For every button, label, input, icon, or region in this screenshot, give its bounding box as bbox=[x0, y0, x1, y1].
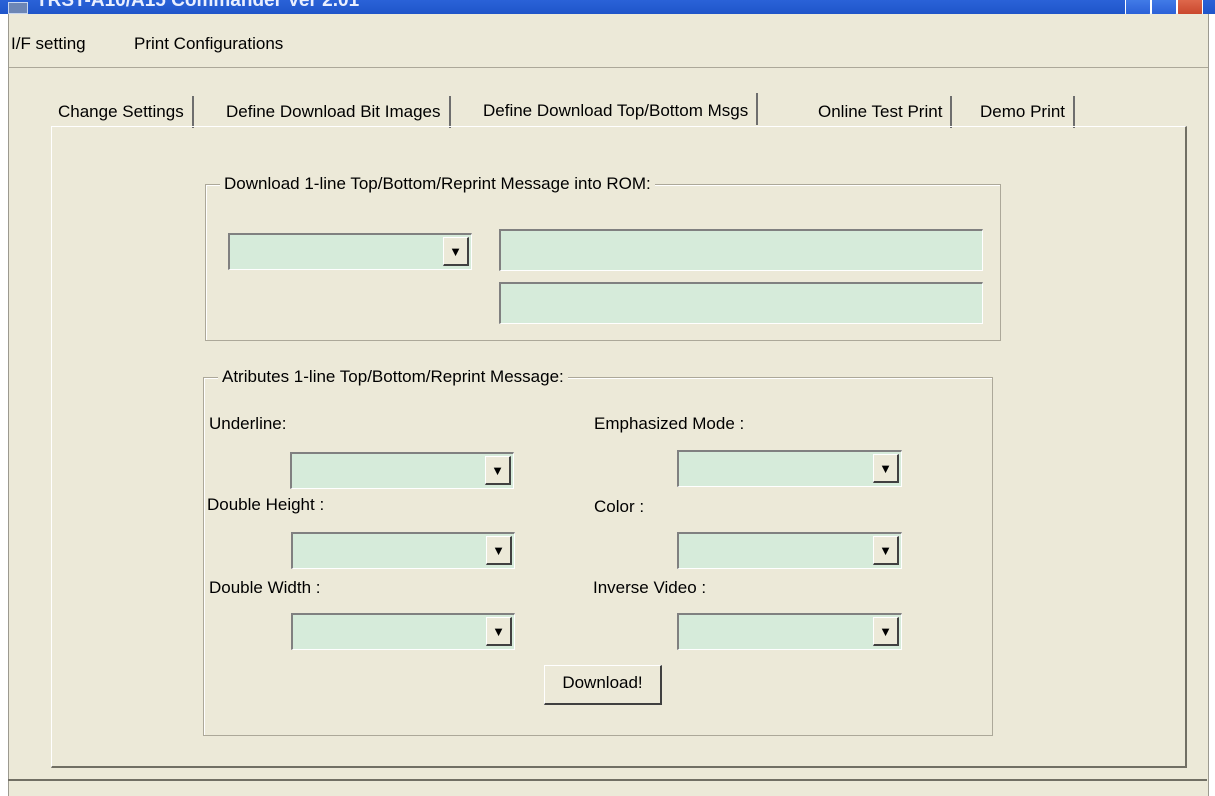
tab-change-settings[interactable]: Change Settings bbox=[50, 96, 194, 128]
double-width-label: Double Width : bbox=[209, 578, 321, 597]
emphasized-mode-label: Emphasized Mode : bbox=[594, 414, 745, 433]
tab-online-test-print[interactable]: Online Test Print bbox=[810, 96, 953, 128]
double-height-label: Double Height : bbox=[207, 495, 325, 514]
chevron-down-icon[interactable]: ▼ bbox=[873, 617, 899, 646]
tab-define-download-bit-images[interactable]: Define Download Bit Images bbox=[218, 96, 451, 128]
minimize-icon[interactable] bbox=[1125, 0, 1151, 14]
chevron-down-icon[interactable]: ▼ bbox=[486, 536, 512, 565]
color-label: Color : bbox=[594, 497, 645, 516]
inverse-video-label: Inverse Video : bbox=[593, 578, 707, 597]
menu-print-configurations[interactable]: Print Configurations bbox=[134, 35, 283, 53]
title-bar: TRST-A10/A15 Commander Ver 2.01 bbox=[0, 0, 1215, 14]
chevron-down-icon[interactable]: ▼ bbox=[485, 456, 511, 485]
double-width-select[interactable]: ▼ bbox=[291, 613, 515, 650]
download-button[interactable]: Download! bbox=[544, 665, 662, 705]
message-line2-input[interactable] bbox=[499, 282, 983, 324]
chevron-down-icon[interactable]: ▼ bbox=[873, 536, 899, 565]
message-line1-input[interactable] bbox=[499, 229, 983, 271]
app-icon bbox=[8, 2, 28, 14]
menu-divider bbox=[9, 67, 1208, 68]
chevron-down-icon[interactable]: ▼ bbox=[873, 454, 899, 483]
window-title: TRST-A10/A15 Commander Ver 2.01 bbox=[36, 0, 360, 11]
window-bottom-border bbox=[8, 779, 1207, 781]
tab-demo-print[interactable]: Demo Print bbox=[972, 96, 1076, 128]
menu-if-setting[interactable]: I/F setting bbox=[11, 35, 86, 53]
close-icon[interactable] bbox=[1177, 0, 1203, 14]
emphasized-mode-select[interactable]: ▼ bbox=[677, 450, 902, 487]
chevron-down-icon[interactable]: ▼ bbox=[486, 617, 512, 646]
color-select[interactable]: ▼ bbox=[677, 532, 902, 569]
message-select[interactable]: ▼ bbox=[228, 233, 472, 270]
chevron-down-icon[interactable]: ▼ bbox=[443, 237, 469, 266]
maximize-icon[interactable] bbox=[1151, 0, 1177, 14]
attributes-group-legend: Atributes 1-line Top/Bottom/Reprint Mess… bbox=[218, 366, 568, 388]
double-height-select[interactable]: ▼ bbox=[291, 532, 515, 569]
inverse-video-select[interactable]: ▼ bbox=[677, 613, 902, 650]
tab-define-download-top-bottom-msgs[interactable]: Define Download Top/Bottom Msgs bbox=[475, 93, 759, 125]
underline-label: Underline: bbox=[209, 414, 287, 433]
underline-select[interactable]: ▼ bbox=[290, 452, 514, 489]
download-group-legend: Download 1-line Top/Bottom/Reprint Messa… bbox=[220, 173, 655, 195]
